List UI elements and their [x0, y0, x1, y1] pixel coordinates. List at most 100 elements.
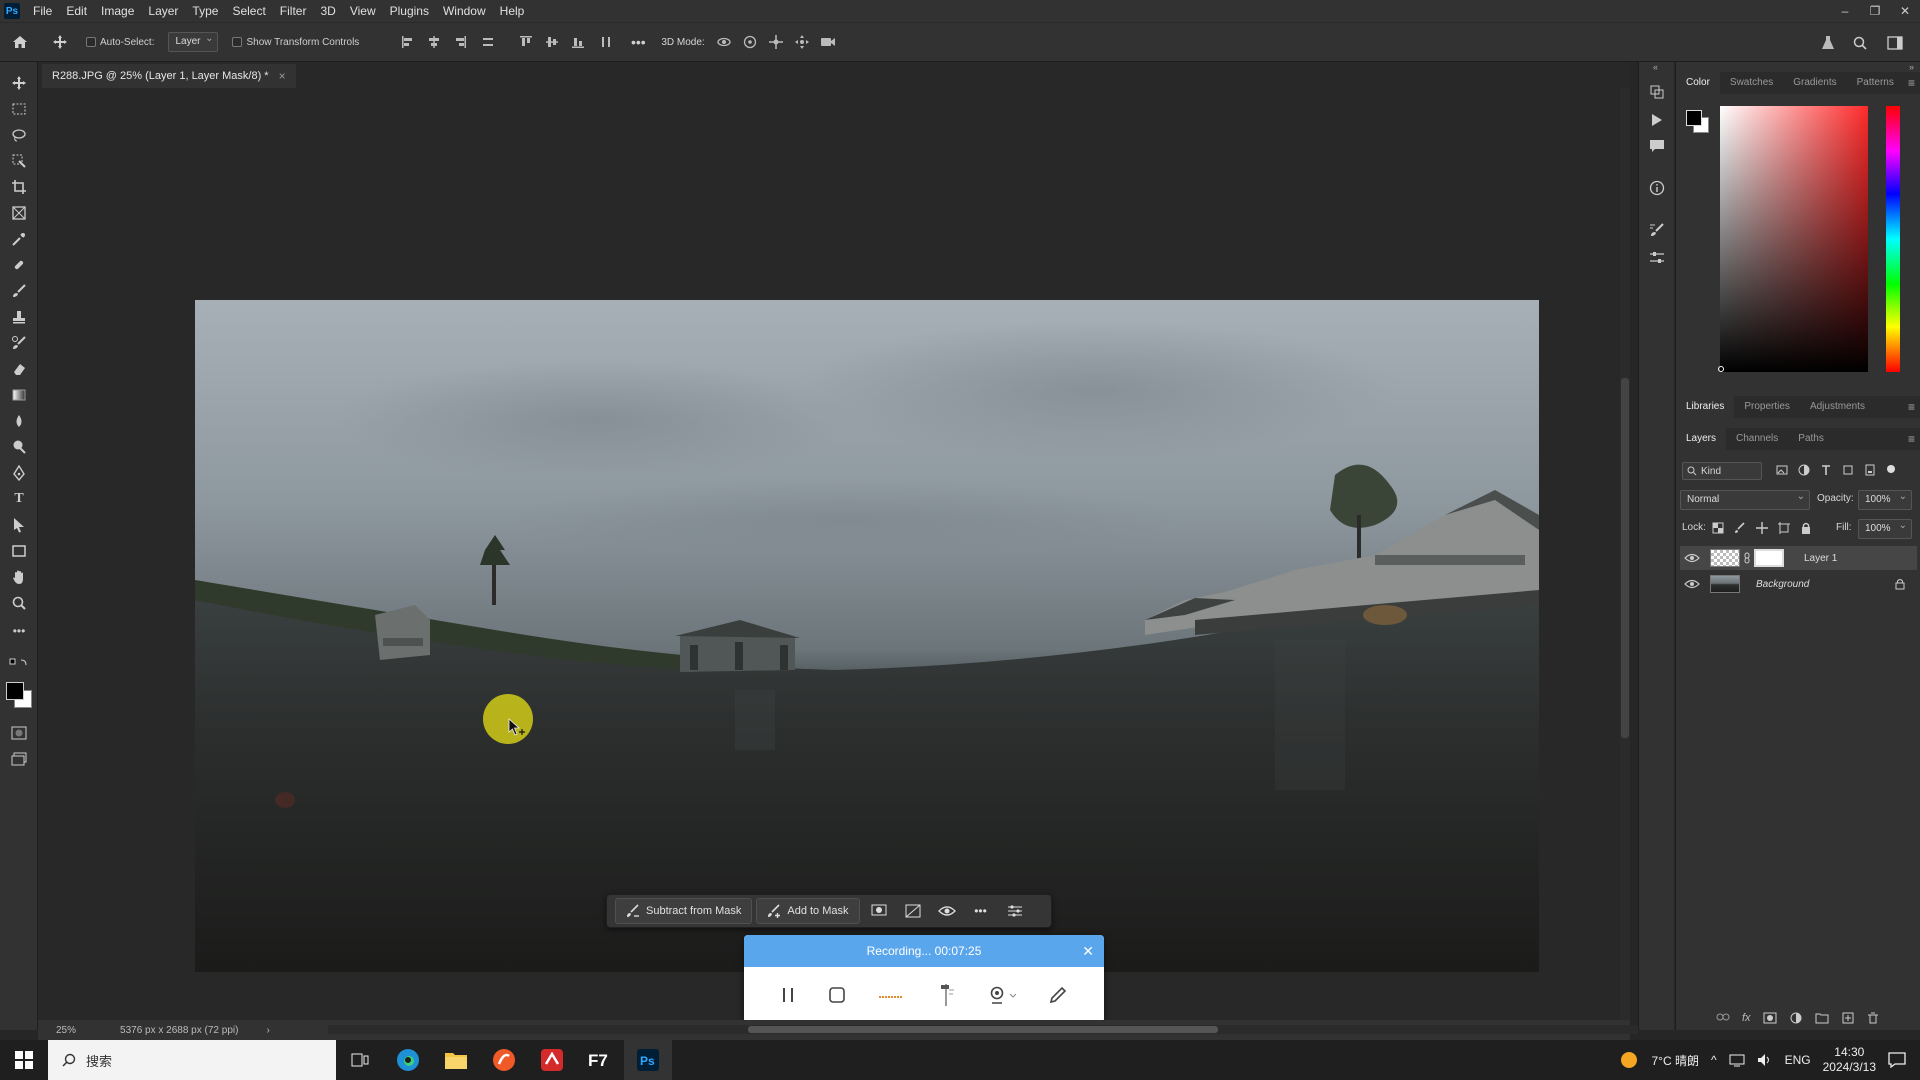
auto-select-target-select[interactable]: Layer [168, 30, 219, 52]
visibility-eye-icon[interactable] [1684, 553, 1700, 563]
menu-view[interactable]: View [343, 0, 383, 22]
roll-3d-icon[interactable] [737, 30, 763, 54]
align-bottom-icon[interactable] [565, 30, 591, 54]
opacity-input[interactable]: 100% [1858, 488, 1912, 510]
pause-icon[interactable] [780, 986, 796, 1004]
layer-row-layer-1[interactable]: Layer 1 [1680, 546, 1917, 570]
lasso-tool-icon[interactable] [8, 124, 30, 146]
taskbar-search-box[interactable]: 搜索 [48, 1040, 336, 1080]
menu-window[interactable]: Window [436, 0, 493, 22]
dodge-tool-icon[interactable] [8, 436, 30, 458]
move-tool-icon[interactable] [8, 72, 30, 94]
menu-layer[interactable]: Layer [141, 0, 185, 22]
tab-properties[interactable]: Properties [1734, 396, 1800, 418]
visibility-eye-icon[interactable] [932, 898, 962, 924]
zoom-level[interactable]: 25% [56, 1025, 76, 1036]
filter-type-icon[interactable] [1820, 464, 1832, 476]
menu-3d[interactable]: 3D [313, 0, 342, 22]
layer-fx-icon[interactable]: fx [1742, 1012, 1751, 1024]
color-picker-field[interactable] [1720, 106, 1868, 372]
photoshop-taskbar-icon[interactable]: Ps [624, 1040, 672, 1080]
menu-select[interactable]: Select [225, 0, 272, 22]
align-top-icon[interactable] [513, 30, 539, 54]
speaker-icon[interactable] [1757, 1053, 1773, 1067]
close-window-icon[interactable]: ✕ [1890, 0, 1920, 22]
auto-select-checkbox[interactable]: Auto-Select: [80, 30, 160, 54]
history-brush-tool-icon[interactable] [8, 332, 30, 354]
lock-artboard-icon[interactable] [1778, 522, 1790, 534]
color-panel-menu-icon[interactable]: ≡ [1908, 72, 1915, 94]
marquee-tool-icon[interactable] [8, 98, 30, 120]
red-app-icon[interactable] [528, 1040, 576, 1080]
volume-slider-icon[interactable] [936, 982, 956, 1008]
chain-link-icon[interactable] [1744, 552, 1750, 564]
lock-position-icon[interactable] [1756, 522, 1768, 534]
quick-mask-icon[interactable] [8, 722, 30, 744]
canvas-area[interactable] [38, 88, 1620, 1020]
tab-layers[interactable]: Layers [1676, 428, 1727, 450]
more-options-icon[interactable]: ••• [966, 898, 996, 924]
type-tool-icon[interactable]: T [8, 488, 30, 510]
filter-pixel-icon[interactable] [1776, 464, 1788, 476]
weather-text[interactable]: 7°C 晴朗 [1651, 1052, 1698, 1069]
stop-icon[interactable] [828, 986, 846, 1004]
tab-color[interactable]: Color [1676, 72, 1720, 94]
eyedropper-tool-icon[interactable] [8, 228, 30, 250]
menu-edit[interactable]: Edit [59, 0, 94, 22]
brush-settings-icon[interactable] [1647, 220, 1667, 240]
minimize-icon[interactable]: – [1830, 0, 1860, 22]
blend-mode-select[interactable]: Normal [1680, 488, 1810, 510]
visibility-eye-icon[interactable] [1684, 579, 1700, 589]
menu-image[interactable]: Image [94, 0, 141, 22]
windows-start-icon[interactable] [0, 1040, 48, 1080]
path-selection-tool-icon[interactable] [8, 514, 30, 536]
close-recorder-icon[interactable]: ✕ [1082, 935, 1094, 967]
lock-all-icon[interactable] [1800, 522, 1812, 534]
chevron-up-icon[interactable]: ^ [1711, 1053, 1717, 1067]
crop-tool-icon[interactable] [8, 176, 30, 198]
tab-patterns[interactable]: Patterns [1847, 72, 1904, 94]
align-middle-v-icon[interactable] [539, 30, 565, 54]
blur-tool-icon[interactable] [8, 410, 30, 432]
gradient-tool-icon[interactable] [8, 384, 30, 406]
eraser-tool-icon[interactable] [8, 358, 30, 380]
filter-adjustment-icon[interactable] [1798, 464, 1810, 476]
notifications-icon[interactable] [1888, 1052, 1906, 1068]
disable-mask-icon[interactable] [898, 898, 928, 924]
distribute-h-icon[interactable] [473, 30, 503, 54]
new-group-icon[interactable] [1815, 1012, 1829, 1024]
align-left-icon[interactable] [395, 30, 421, 54]
tab-channels[interactable]: Channels [1726, 428, 1788, 450]
horizontal-scrollbar[interactable] [328, 1025, 1638, 1034]
fill-input[interactable]: 100% [1858, 517, 1912, 539]
restore-icon[interactable]: ❐ [1860, 0, 1890, 22]
orbit-3d-icon[interactable] [711, 30, 737, 54]
menu-plugins[interactable]: Plugins [383, 0, 436, 22]
distribute-v-icon[interactable] [591, 30, 621, 54]
file-explorer-icon[interactable] [432, 1040, 480, 1080]
search-icon[interactable] [1848, 31, 1872, 55]
layer-name[interactable]: Background [1756, 579, 1809, 590]
f7-app-icon[interactable]: F7 [576, 1040, 624, 1080]
adjustments-sliders-icon[interactable] [1647, 248, 1667, 268]
workspace-switcher-icon[interactable] [1880, 31, 1910, 55]
lock-image-icon[interactable] [1734, 522, 1746, 534]
hue-slider[interactable] [1886, 106, 1900, 372]
slide-3d-icon[interactable] [789, 30, 815, 54]
screen-mode-icon[interactable] [8, 748, 30, 770]
status-arrow-icon[interactable]: › [266, 1025, 269, 1036]
webcam-icon[interactable] [988, 985, 1016, 1005]
frame-tool-icon[interactable] [8, 202, 30, 224]
rectangle-tool-icon[interactable] [8, 540, 30, 562]
menu-file[interactable]: File [26, 0, 59, 22]
home-icon[interactable] [0, 30, 40, 54]
healing-brush-tool-icon[interactable] [8, 254, 30, 276]
clone-stamp-tool-icon[interactable] [8, 306, 30, 328]
new-layer-icon[interactable] [1841, 1012, 1855, 1024]
comments-icon[interactable] [1647, 136, 1667, 156]
add-mask-icon[interactable] [1763, 1012, 1777, 1024]
filter-toggle-icon[interactable] [1886, 464, 1896, 474]
tab-gradients[interactable]: Gradients [1783, 72, 1846, 94]
brush-tool-icon[interactable] [8, 280, 30, 302]
zoom-tool-icon[interactable] [8, 592, 30, 614]
